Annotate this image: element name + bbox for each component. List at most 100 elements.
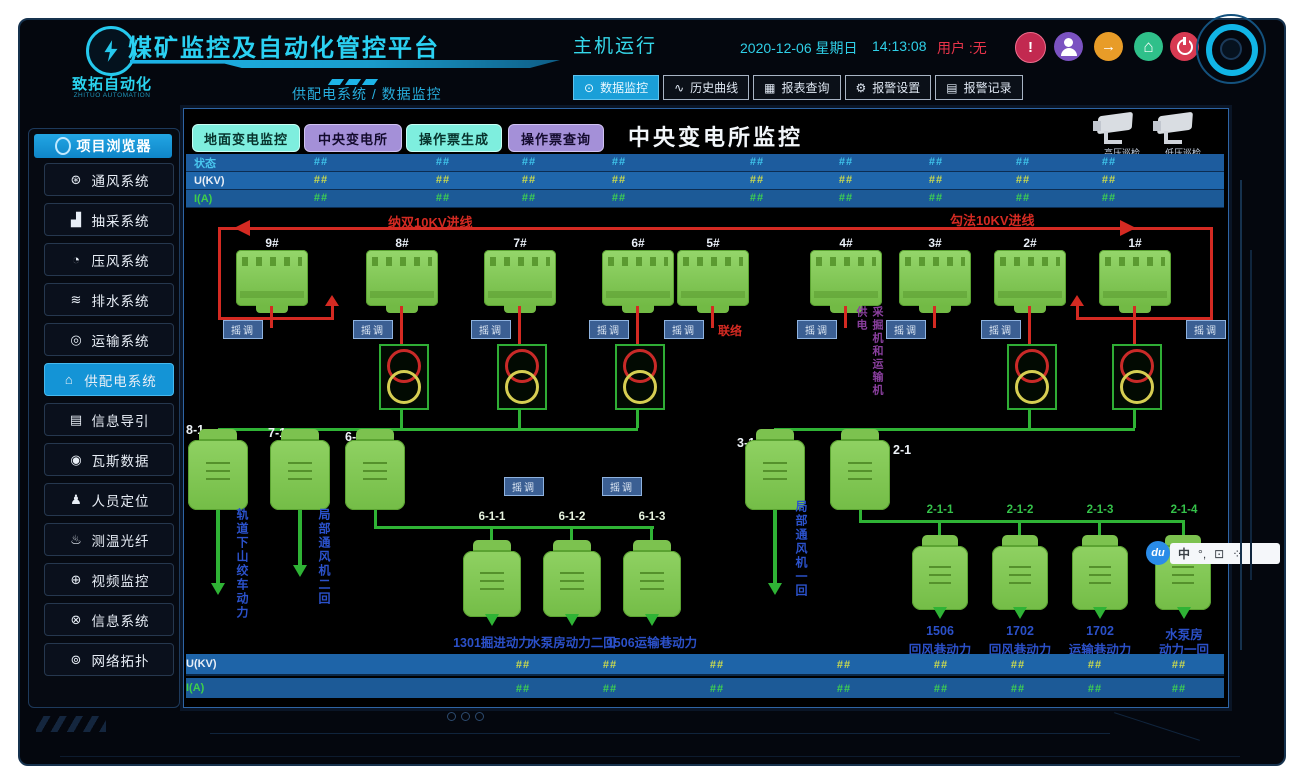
sidebar-item-label: 信息导引 [92,410,150,430]
sidebar-item-drainage[interactable]: ≋排水系统 [44,283,174,316]
tab-alarm-settings[interactable]: ⚙ 报警设置 [845,75,932,100]
status-value: ## [516,156,542,168]
tab-alarm-records[interactable]: ▤ 报警记录 [935,75,1022,100]
load-label: 1506运输巷动力 [607,632,697,651]
sidebar-item-network-topology[interactable]: ⊚网络拓扑 [44,643,174,676]
yaotiao-button[interactable]: 摇调 [981,320,1021,339]
sidebar-item-power-supply[interactable]: ⌂供配电系统 [44,363,174,396]
switchgear-unit-3[interactable] [899,250,971,306]
globe-icon: ⊚ [69,652,85,668]
sidebar-item-personnel[interactable]: ♟人员定位 [44,483,174,516]
ticket-generate-button[interactable]: 操作票生成 [406,124,502,152]
transformer-1[interactable] [1112,344,1162,410]
switchgear-unit-7[interactable] [484,250,556,306]
bottom-voltage-value: ## [831,659,857,671]
footer-baseline-decoration [60,756,1240,757]
mine-switch-2-1-3[interactable] [1072,546,1128,610]
voltage-value: ## [516,174,542,186]
document-icon: ▤ [946,81,957,95]
user-icon[interactable] [1054,32,1083,61]
mine-switch-6-1-2[interactable] [543,551,601,617]
sidebar-item-extraction[interactable]: ▟抽采系统 [44,203,174,236]
branch-id-6-1-3: 6-1-3 [630,511,674,523]
feeder-stub-line [933,306,936,328]
breadcrumb[interactable]: 供配电系统 / 数据监控 [292,84,442,104]
sidebar-item-transport[interactable]: ◎运输系统 [44,323,174,356]
central-substation-button[interactable]: 中央变电所 [304,124,402,152]
mine-switch-2-1-2[interactable] [992,546,1048,610]
yaotiao-button[interactable]: 摇调 [664,320,704,339]
bottom-voltage-value: ## [1166,659,1192,671]
feeder-drop-line [400,306,403,344]
row-label: I(A) [194,193,212,205]
branch-drop-line [650,526,653,540]
transformer-7[interactable] [497,344,547,410]
yaotiao-button[interactable]: 摇调 [223,320,263,339]
tab-report-query[interactable]: ▦ 报表查询 [753,75,840,100]
yaotiao-button[interactable]: 摇调 [1186,320,1226,339]
tab-data-monitor[interactable]: ⊙ 数据监控 [573,75,659,100]
yaotiao-button[interactable]: 摇调 [797,320,837,339]
mine-switch-6-1-1[interactable] [463,551,521,617]
current-value: ## [308,192,334,204]
user-icon-body [1061,48,1077,56]
switchgear-unit-9[interactable] [236,250,308,306]
feeder-drop-line [1133,306,1136,344]
mine-switch-6-1-3[interactable] [623,551,681,617]
camera-icon-high-voltage[interactable] [1098,114,1148,144]
transformer-6[interactable] [615,344,665,410]
exit-icon[interactable]: → [1094,32,1123,61]
voltage-row: U(KV) [186,172,1224,190]
baidu-ime-toolbar[interactable]: 中 °, ⊡ ⁘ [1170,543,1280,564]
ime-keyboard-icon[interactable]: ⊡ [1214,547,1224,561]
yaotiao-button[interactable]: 摇调 [471,320,511,339]
yaotiao-button[interactable]: 摇调 [886,320,926,339]
ime-mode-chinese[interactable]: 中 [1178,545,1190,562]
switchgear-unit-6[interactable] [602,250,674,306]
mine-switch-6-1[interactable] [345,440,405,510]
sidebar-item-fiber-temp[interactable]: ♨测温光纤 [44,523,174,556]
switchgear-unit-2[interactable] [994,250,1066,306]
mine-switch-7-1[interactable] [270,440,330,510]
voltage-value: ## [833,174,859,186]
yaotiao-button[interactable]: 摇调 [353,320,393,339]
baidu-ime-logo[interactable]: du [1146,541,1170,565]
mine-switch-2-1-1[interactable] [912,546,968,610]
alarm-icon[interactable]: ! [1015,32,1046,63]
ground-substation-button[interactable]: 地面变电监控 [192,124,300,152]
yaotiao-button[interactable]: 摇调 [504,477,544,496]
yaotiao-button[interactable]: 摇调 [602,477,642,496]
right-rail-decoration [1250,250,1252,580]
home-icon[interactable]: ⌂ [1134,32,1163,61]
branch-bus-6-1 [374,526,654,529]
voltage-value: ## [744,174,770,186]
transformer-8[interactable] [379,344,429,410]
camera-icon-low-voltage[interactable] [1158,114,1208,144]
status-value: ## [744,156,770,168]
sidebar-item-info-system[interactable]: ⊗信息系统 [44,603,174,636]
switchgear-unit-5[interactable] [677,250,749,306]
ticket-query-button[interactable]: 操作票查询 [508,124,604,152]
feeder-label-7: 7# [505,236,535,250]
feeder-label-2: 2# [1015,236,1045,250]
header-time: 14:13:08 [872,38,927,54]
ime-punctuation[interactable]: °, [1198,547,1206,561]
switchgear-unit-8[interactable] [366,250,438,306]
switchgear-unit-1[interactable] [1099,250,1171,306]
switchgear-unit-4[interactable] [810,250,882,306]
transformer-2[interactable] [1007,344,1057,410]
power-icon[interactable] [1170,32,1199,61]
sidebar-item-video[interactable]: ⊕视频监控 [44,563,174,596]
sidebar-item-compressed-air[interactable]: ◔压风系统 [44,243,174,276]
footer-dots-decoration [447,708,489,726]
mine-switch-2-1[interactable] [830,440,890,510]
yaotiao-button[interactable]: 摇调 [589,320,629,339]
sidebar-item-label: 瓦斯数据 [92,450,150,470]
sidebar-item-gas-data[interactable]: ◉瓦斯数据 [44,443,174,476]
tie-label: 联络 [718,322,742,339]
sidebar-item-info-guide[interactable]: ▤信息导引 [44,403,174,436]
sidebar-item-ventilation[interactable]: ⊛通风系统 [44,163,174,196]
tab-label: 数据监控 [600,79,648,96]
mine-switch-8-1[interactable] [188,440,248,510]
tab-history-curve[interactable]: ∿ 历史曲线 [663,75,749,100]
